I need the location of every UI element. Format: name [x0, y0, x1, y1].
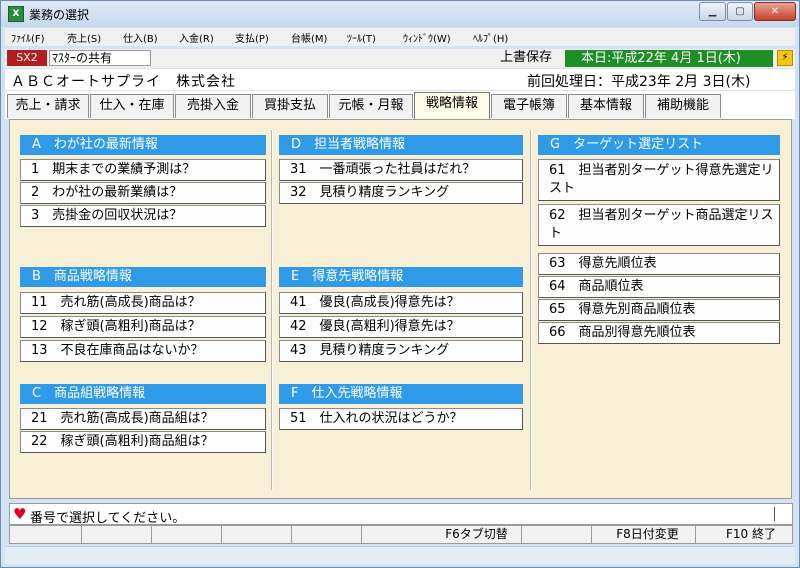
- tab-strategy[interactable]: 戦略情報: [414, 92, 490, 119]
- lightning-icon[interactable]: ⚡: [777, 50, 793, 66]
- menu-receipt[interactable]: 入金(R): [179, 30, 214, 45]
- menu-window[interactable]: ｳｨﾝﾄﾞｳ(W): [403, 30, 451, 45]
- menu-ledger[interactable]: 台帳(M): [291, 30, 327, 45]
- section-c-header: C 商品組戦略情報: [20, 384, 266, 404]
- tab-auxiliary[interactable]: 補助機能: [645, 94, 721, 118]
- item-21-button[interactable]: 21 売れ筋(高成長)商品組は？: [20, 408, 266, 430]
- app-window: X 業務の選択 ▁ ▢ ✕ ﾌｧｲﾙ(F) 売上(S) 仕入(B) 入金(R) …: [0, 0, 800, 568]
- item-41-button[interactable]: 41 優良(高成長)得意先は？: [279, 292, 523, 314]
- tab-sales-billing[interactable]: 売上・請求: [7, 94, 89, 118]
- tab-bar: 売上・請求 仕入・在庫 売掛入金 買掛支払 元帳・月報 戦略情報 電子帳簿 基本…: [5, 91, 795, 119]
- minimize-button[interactable]: ▁: [699, 2, 726, 21]
- item-51-button[interactable]: 51 仕入れの状況はどうか？: [279, 408, 523, 430]
- item-2-button[interactable]: 2 わが社の最新業績は？: [20, 182, 266, 204]
- product-badge: SX2: [7, 50, 47, 66]
- tab-receivables[interactable]: 売掛入金: [175, 94, 251, 118]
- title-bar: X 業務の選択 ▁ ▢ ✕: [1, 1, 799, 27]
- item-61-button[interactable]: 61 担当者別ターゲット得意先選定リスト: [538, 159, 780, 201]
- fkey-f5-button[interactable]: [292, 526, 362, 543]
- fkey-f8-date-change-button[interactable]: F8日付変更: [600, 526, 696, 543]
- menu-bar: ﾌｧｲﾙ(F) 売上(S) 仕入(B) 入金(R) 支払(P) 台帳(M) ﾂｰ…: [5, 28, 795, 46]
- menu-purchase[interactable]: 仕入(B): [123, 30, 158, 45]
- fkey-f1-button[interactable]: [10, 526, 82, 543]
- section-b-header: B 商品戦略情報: [20, 267, 266, 287]
- item-1-button[interactable]: 1 期末までの業績予測は？: [20, 159, 266, 181]
- menu-sales[interactable]: 売上(S): [67, 30, 101, 45]
- tab-payables[interactable]: 買掛支払: [252, 94, 328, 118]
- item-32-button[interactable]: 32 見積り精度ランキング: [279, 182, 523, 204]
- tab-basic-info[interactable]: 基本情報: [568, 94, 644, 118]
- bottom-strip: [5, 546, 795, 564]
- item-43-button[interactable]: 43 見積り精度ランキング: [279, 340, 523, 362]
- column-divider: [530, 130, 532, 490]
- spreadsheet-icon: X: [8, 6, 24, 22]
- fkey-f10-exit-button[interactable]: F10 終了: [710, 526, 792, 543]
- heart-icon: ♥: [13, 505, 27, 523]
- item-62-button[interactable]: 62 担当者別ターゲット商品選定リスト: [538, 204, 780, 246]
- item-63-button[interactable]: 63 得意先順位表: [538, 253, 780, 275]
- section-e-header: E 得意先戦略情報: [279, 267, 523, 287]
- item-65-button[interactable]: 65 得意先別商品順位表: [538, 299, 780, 321]
- menu-help[interactable]: ﾍﾙﾌﾟ(H): [473, 30, 508, 45]
- overwrite-save-button[interactable]: 上書保存: [488, 50, 564, 66]
- item-12-button[interactable]: 12 稼ぎ頭(高粗利)商品は？: [20, 316, 266, 338]
- master-share-field[interactable]: ﾏｽﾀｰの共有: [49, 50, 151, 66]
- section-a-header: A わが社の最新情報: [20, 135, 266, 155]
- tab-e-books[interactable]: 電子帳簿: [491, 94, 567, 118]
- close-button[interactable]: ✕: [754, 2, 796, 21]
- company-name: ＡＢＣオートサプライ 株式会社: [11, 74, 236, 90]
- column-divider: [271, 130, 273, 490]
- fkey-f7-button[interactable]: [522, 526, 592, 543]
- company-row: ＡＢＣオートサプライ 株式会社 前回処理日：平成23年 2月 3日(木): [5, 69, 795, 90]
- tab-ledger-monthly[interactable]: 元帳・月報: [329, 94, 413, 118]
- fkey-f6-tab-switch-button[interactable]: F6タブ切替: [432, 526, 522, 543]
- item-3-button[interactable]: 3 売掛金の回収状況は？: [20, 205, 266, 227]
- section-d-header: D 担当者戦略情報: [279, 135, 523, 155]
- previous-process-date: 前回処理日：平成23年 2月 3日(木): [527, 74, 751, 90]
- maximize-button[interactable]: ▢: [727, 2, 753, 21]
- item-66-button[interactable]: 66 商品別得意先順位表: [538, 322, 780, 344]
- today-date: 本日:平成22年 4月 1日(木): [565, 50, 773, 67]
- section-g-header: G ターゲット選定リスト: [538, 135, 780, 155]
- function-key-bar: F6タブ切替 F8日付変更 F10 終了: [9, 525, 793, 544]
- menu-tools[interactable]: ﾂｰﾙ(T): [347, 30, 376, 45]
- section-f-header: F 仕入先戦略情報: [279, 384, 523, 404]
- item-11-button[interactable]: 11 売れ筋(高成長)商品は？: [20, 292, 266, 314]
- tab-purchase-inventory[interactable]: 仕入・在庫: [90, 94, 174, 118]
- item-64-button[interactable]: 64 商品順位表: [538, 276, 780, 298]
- item-42-button[interactable]: 42 優良(高粗利)得意先は？: [279, 316, 523, 338]
- toolbar-row: SX2 ﾏｽﾀｰの共有 上書保存 本日:平成22年 4月 1日(木) ⚡: [5, 49, 795, 68]
- status-indicator: [774, 507, 788, 521]
- strategy-panel: A わが社の最新情報 1 期末までの業績予測は？ 2 わが社の最新業績は？ 3 …: [9, 119, 792, 499]
- item-31-button[interactable]: 31 一番頑張った社員はだれ？: [279, 159, 523, 181]
- window-title: 業務の選択: [29, 8, 90, 22]
- item-22-button[interactable]: 22 稼ぎ頭(高粗利)商品組は？: [20, 431, 266, 453]
- status-message: 番号で選択してください。: [30, 511, 186, 526]
- item-13-button[interactable]: 13 不良在庫商品はないか？: [20, 340, 266, 362]
- fkey-f3-button[interactable]: [152, 526, 222, 543]
- status-bar: ♥ 番号で選択してください。: [9, 503, 793, 526]
- fkey-f2-button[interactable]: [82, 526, 152, 543]
- menu-payment[interactable]: 支払(P): [235, 30, 269, 45]
- fkey-f4-button[interactable]: [222, 526, 292, 543]
- menu-file[interactable]: ﾌｧｲﾙ(F): [11, 30, 45, 45]
